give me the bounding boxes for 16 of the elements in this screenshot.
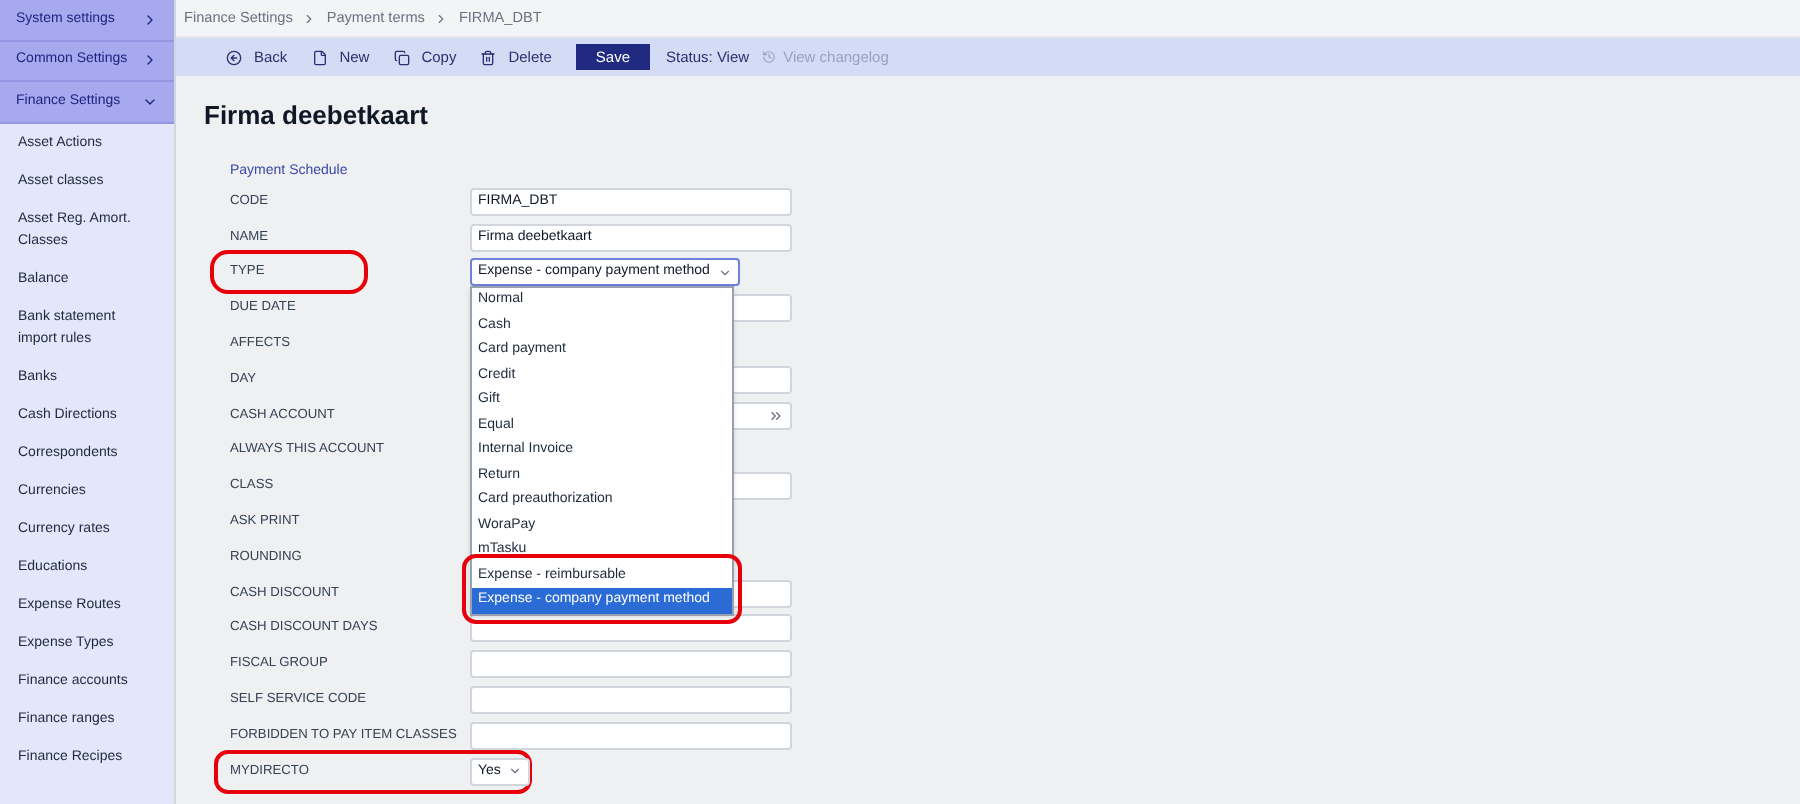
trash-icon	[480, 49, 497, 65]
chevron-right-icon	[302, 11, 317, 25]
double-chevron-icon	[768, 407, 784, 424]
chevron-right-icon	[142, 11, 158, 28]
caret-icon	[717, 265, 732, 280]
page-title: Firma deebetkaart	[204, 98, 430, 134]
history-icon	[761, 50, 776, 64]
arrow-left-icon	[226, 49, 242, 65]
caret-icon	[508, 764, 523, 779]
text-field[interactable]	[470, 686, 792, 715]
chevron-right-icon	[434, 11, 449, 25]
text-field[interactable]	[470, 650, 792, 679]
copy-icon	[393, 49, 410, 65]
chevron-right-icon	[142, 52, 158, 69]
text-field[interactable]	[470, 721, 792, 750]
file-icon	[311, 49, 328, 65]
